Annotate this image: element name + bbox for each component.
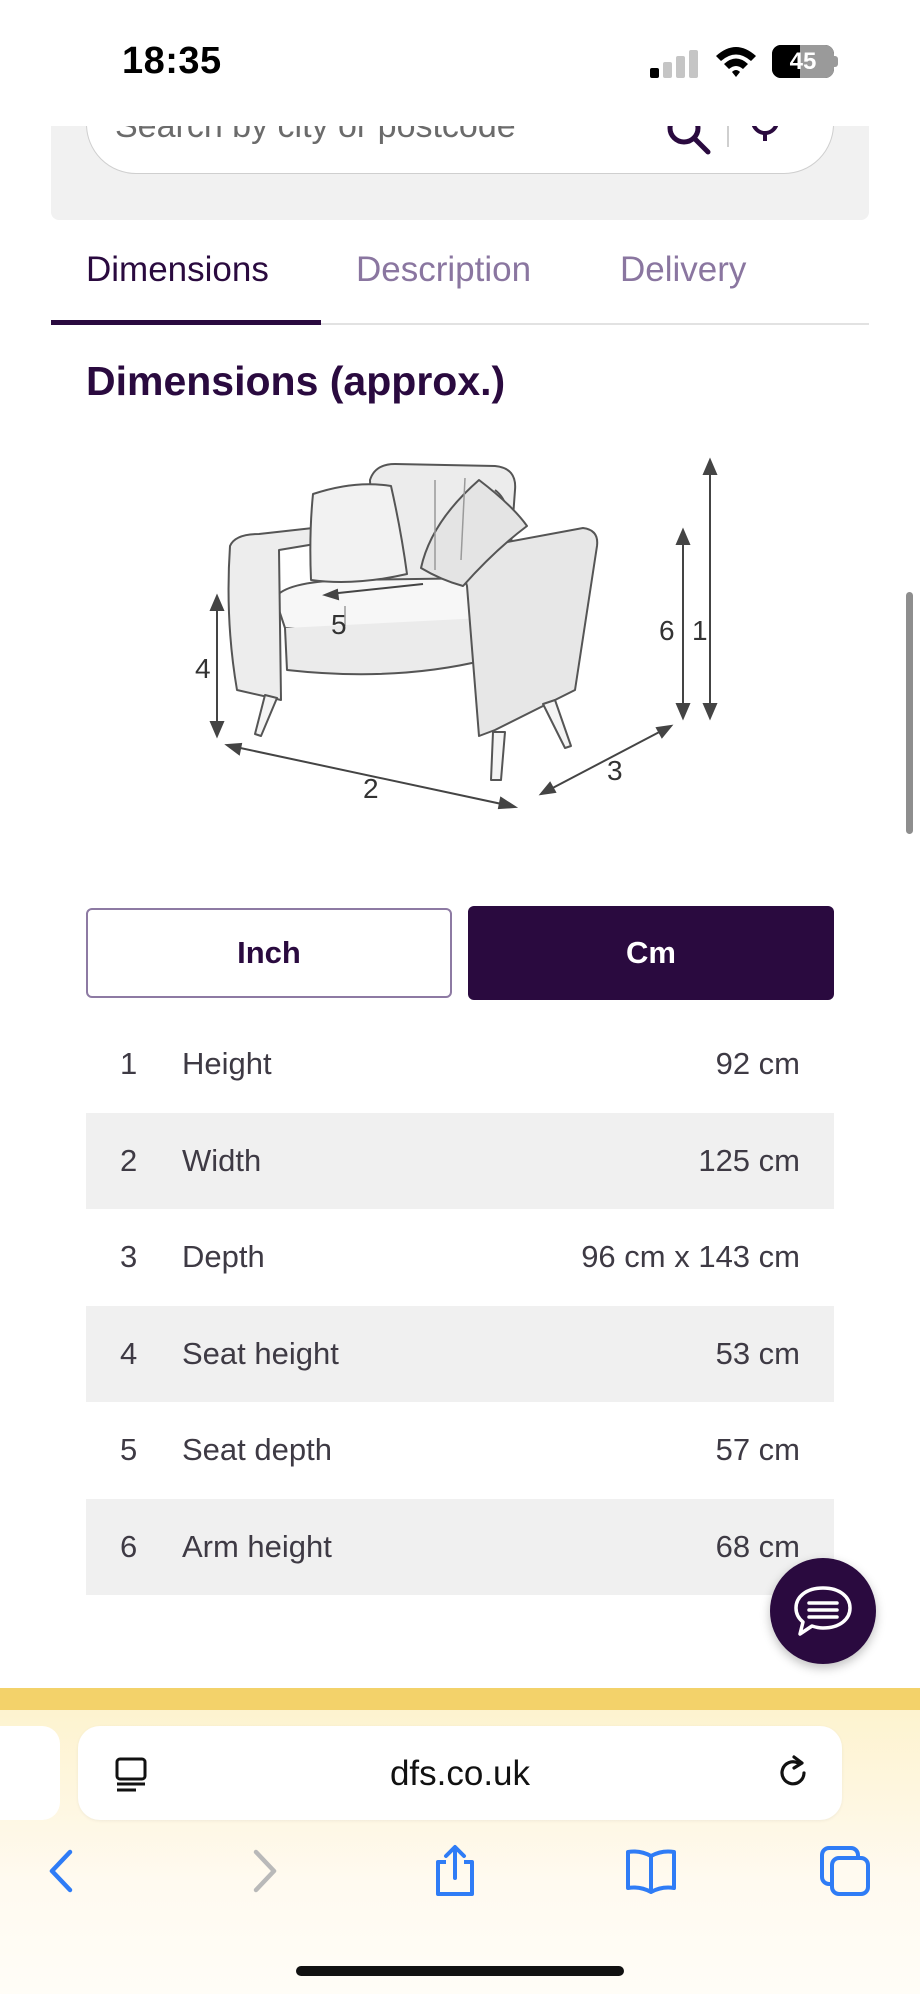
chat-button[interactable]	[770, 1558, 876, 1664]
row-label: Seat height	[182, 1335, 339, 1371]
diagram-label-6: 6	[659, 615, 675, 646]
row-number: 1	[120, 1046, 138, 1082]
tabs-overview-icon[interactable]	[818, 1844, 872, 1898]
unit-inch-button[interactable]: Inch	[86, 908, 452, 998]
row-number: 2	[120, 1142, 138, 1178]
cellular-signal-icon	[650, 48, 702, 78]
status-time: 18:35	[122, 40, 222, 82]
diagram-label-3: 3	[607, 755, 623, 786]
row-label: Arm height	[182, 1528, 332, 1564]
row-label: Width	[182, 1142, 262, 1178]
tab-dimensions[interactable]: Dimensions	[86, 250, 269, 290]
row-label: Depth	[182, 1239, 265, 1275]
promo-strip	[0, 1688, 920, 1710]
dimensions-table: 1 Height 92 cm 2 Width 125 cm 3 Depth 96…	[86, 1016, 834, 1595]
row-label: Seat depth	[182, 1432, 332, 1468]
product-info-tabs: Dimensions Description Delivery	[51, 240, 869, 325]
battery-level: 45	[789, 48, 817, 75]
row-value: 125 cm	[698, 1142, 800, 1178]
diagram-label-5: 5	[331, 609, 347, 640]
battery-icon: 45	[772, 45, 838, 78]
page-scrollbar[interactable]	[906, 592, 913, 834]
row-value: 68 cm	[715, 1528, 800, 1564]
forward-arrow-icon[interactable]	[236, 1844, 290, 1898]
back-arrow-icon[interactable]	[36, 1844, 90, 1898]
row-value: 57 cm	[715, 1432, 800, 1468]
diagram-label-4: 4	[195, 653, 211, 684]
row-value: 92 cm	[715, 1046, 800, 1082]
row-number: 3	[120, 1239, 138, 1275]
diagram-label-2: 2	[363, 773, 379, 804]
unit-cm-button[interactable]: Cm	[468, 906, 834, 1000]
tab-delivery[interactable]: Delivery	[620, 250, 746, 290]
active-tab-underline	[51, 320, 321, 325]
row-value: 96 cm x 143 cm	[581, 1239, 800, 1275]
table-row: 4 Seat height 53 cm	[86, 1305, 834, 1402]
table-row: 2 Width 125 cm	[86, 1112, 834, 1209]
previous-tab-card[interactable]	[0, 1726, 60, 1820]
table-row: 6 Arm height 68 cm	[86, 1498, 834, 1595]
reload-icon[interactable]	[774, 1754, 812, 1792]
row-number: 6	[120, 1528, 138, 1564]
row-number: 5	[120, 1432, 138, 1468]
sofa-dimension-diagram: 1 2 3 4 5 6	[195, 457, 718, 810]
wifi-icon	[716, 47, 756, 77]
table-row: 1 Height 92 cm	[86, 1016, 834, 1113]
row-number: 4	[120, 1335, 138, 1371]
row-label: Height	[182, 1046, 272, 1082]
chat-bubble-icon	[794, 1586, 852, 1636]
bookmarks-icon[interactable]	[624, 1844, 678, 1898]
url-text: dfs.co.uk	[389, 1754, 531, 1793]
section-title: Dimensions (approx.)	[86, 358, 506, 404]
address-bar[interactable]: dfs.co.uk	[78, 1726, 842, 1820]
browser-toolbar: dfs.co.uk	[0, 1710, 920, 1994]
table-row: 5 Seat depth 57 cm	[86, 1402, 834, 1499]
tab-description[interactable]: Description	[356, 250, 531, 290]
share-icon[interactable]	[428, 1844, 482, 1898]
table-row: 3 Depth 96 cm x 143 cm	[86, 1209, 834, 1306]
status-bar: 18:35 45	[0, 0, 920, 126]
diagram-label-1: 1	[692, 615, 708, 646]
row-value: 53 cm	[715, 1335, 800, 1371]
home-indicator	[296, 1966, 624, 1976]
